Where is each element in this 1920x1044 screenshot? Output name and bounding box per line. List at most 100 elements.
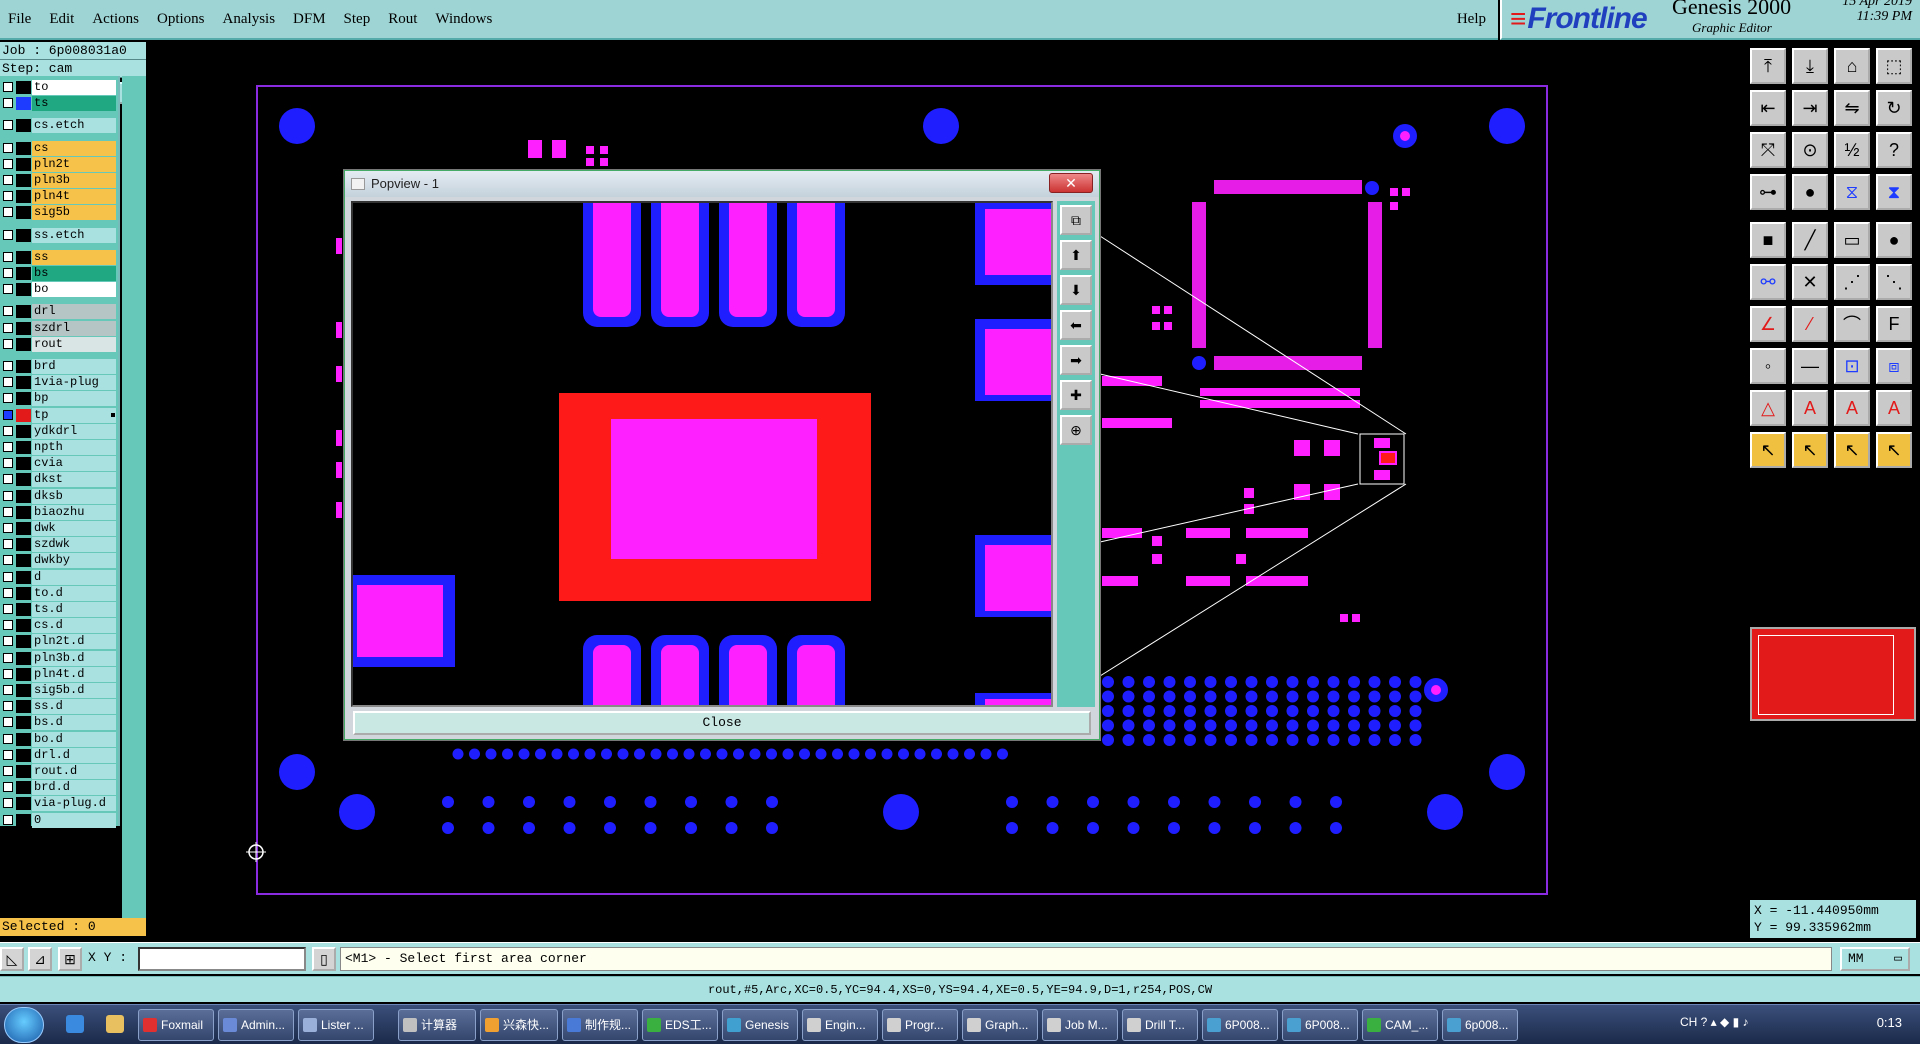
- popview-canvas[interactable]: [351, 201, 1053, 707]
- menu-step[interactable]: Step: [335, 11, 380, 28]
- layer-row-to-d[interactable]: to.d: [0, 585, 120, 601]
- xy-input[interactable]: [138, 947, 306, 971]
- menu-help[interactable]: Help: [1457, 11, 1486, 28]
- layer-checkbox[interactable]: [3, 523, 13, 533]
- tool-button-measure[interactable]: ⊶: [1750, 174, 1786, 210]
- layer-checkbox[interactable]: [3, 733, 13, 744]
- menu-actions[interactable]: Actions: [83, 11, 148, 28]
- layer-checkbox[interactable]: [3, 749, 13, 760]
- layer-row-bs[interactable]: bs: [0, 266, 120, 281]
- popview-close-x-button[interactable]: ✕: [1049, 173, 1093, 193]
- layer-row-rout[interactable]: rout: [0, 336, 120, 352]
- tool-button-pad[interactable]: ■: [1750, 222, 1786, 258]
- taskbar-item[interactable]: EDS工...: [642, 1009, 718, 1041]
- pv-pan-left-icon[interactable]: ⬅: [1060, 310, 1092, 340]
- popview-window[interactable]: Popview - 1 ✕ ⧉ ⬆ ⬇ ⬅ ➡ ✚ ⊕ Close: [344, 170, 1100, 740]
- layer-row-brd-d[interactable]: brd.d: [0, 780, 120, 796]
- tool-button-pointer4[interactable]: ↖: [1876, 432, 1912, 468]
- tool-button-line[interactable]: ╱: [1792, 222, 1828, 258]
- tool-button-open[interactable]: ⤓: [1792, 48, 1828, 84]
- layer-row-biaozhu[interactable]: biaozhu: [0, 504, 120, 520]
- tool-button-triangle[interactable]: △: [1750, 390, 1786, 426]
- tool-button-delete[interactable]: ✕: [1792, 264, 1828, 300]
- layer-checkbox[interactable]: [3, 458, 13, 469]
- layer-row-dwk[interactable]: dwk: [0, 521, 120, 536]
- tool-button-scale[interactable]: ½: [1834, 132, 1870, 168]
- menu-windows[interactable]: Windows: [426, 11, 501, 28]
- tool-button-net-select[interactable]: ⧗: [1876, 174, 1912, 210]
- tool-button-zoom-center[interactable]: ⊙: [1792, 132, 1828, 168]
- layer-color-swatch[interactable]: [16, 206, 31, 220]
- layer-color-swatch[interactable]: [16, 250, 31, 264]
- layer-color-swatch[interactable]: [16, 538, 31, 552]
- layer-color-swatch[interactable]: [16, 765, 31, 778]
- layer-color-swatch[interactable]: [16, 489, 31, 503]
- tool-button-fit[interactable]: ⤧: [1750, 132, 1786, 168]
- layer-checkbox[interactable]: [3, 207, 13, 218]
- layer-row-ts[interactable]: ts: [0, 96, 120, 112]
- layer-checkbox[interactable]: [3, 82, 13, 92]
- layer-row-rout-d[interactable]: rout.d: [0, 764, 120, 779]
- tool-button-node[interactable]: ◦: [1750, 348, 1786, 384]
- pv-zoom-fit-icon[interactable]: ⧉: [1060, 205, 1092, 235]
- layer-color-swatch[interactable]: [16, 97, 31, 111]
- layer-row-1via-plug[interactable]: 1via-plug: [0, 375, 120, 391]
- layer-color-swatch[interactable]: [16, 360, 31, 373]
- ie-icon[interactable]: [66, 1015, 84, 1033]
- menu-dfm[interactable]: DFM: [284, 11, 335, 28]
- layer-checkbox[interactable]: [3, 142, 13, 153]
- layer-color-swatch[interactable]: [16, 267, 31, 280]
- popview-close-button[interactable]: Close: [353, 711, 1091, 735]
- tool-button-zoom-window[interactable]: ⬚: [1876, 48, 1912, 84]
- taskbar-item[interactable]: Graph...: [962, 1009, 1038, 1041]
- taskbar-item[interactable]: CAM_...: [1362, 1009, 1438, 1041]
- layer-row-pln2t-d[interactable]: pln2t.d: [0, 634, 120, 650]
- tool-button-rect[interactable]: ▭: [1834, 222, 1870, 258]
- layer-checkbox[interactable]: [3, 377, 13, 388]
- layer-row-ss[interactable]: ss: [0, 249, 120, 265]
- layer-checkbox[interactable]: [3, 604, 13, 614]
- layer-checkbox[interactable]: [3, 620, 13, 631]
- layer-checkbox[interactable]: [3, 284, 13, 295]
- menu-rout[interactable]: Rout: [379, 11, 426, 28]
- layer-color-swatch[interactable]: [16, 651, 31, 665]
- layer-row-bs-d[interactable]: bs.d: [0, 715, 120, 731]
- layer-checkbox[interactable]: [3, 120, 13, 131]
- taskbar-item[interactable]: 6p008...: [1442, 1009, 1518, 1041]
- tool-button-snap[interactable]: ⋰: [1834, 264, 1870, 300]
- layer-checkbox[interactable]: [3, 268, 13, 278]
- layer-checkbox[interactable]: [3, 490, 13, 501]
- tool-button-dash[interactable]: —: [1792, 348, 1828, 384]
- tool-button-help[interactable]: ?: [1876, 132, 1912, 168]
- taskbar-item[interactable]: Progr...: [882, 1009, 958, 1041]
- layer-row-cs-etch[interactable]: cs.etch: [0, 118, 120, 134]
- taskbar-item[interactable]: Drill T...: [1122, 1009, 1198, 1041]
- layer-color-swatch[interactable]: [16, 157, 31, 171]
- layer-color-swatch[interactable]: [16, 174, 31, 187]
- layer-checkbox[interactable]: [3, 652, 13, 663]
- layer-checkbox[interactable]: [3, 158, 13, 169]
- layer-checkbox[interactable]: [3, 766, 13, 776]
- tool-button-snap2[interactable]: ⋱: [1876, 264, 1912, 300]
- layer-color-swatch[interactable]: [16, 392, 31, 406]
- layer-color-swatch[interactable]: [16, 441, 31, 454]
- taskbar-item[interactable]: 计算器: [398, 1009, 476, 1041]
- layer-checkbox[interactable]: [3, 409, 13, 420]
- tool-button-flip[interactable]: ⇋: [1834, 90, 1870, 126]
- layer-color-swatch[interactable]: [16, 141, 31, 155]
- layer-color-swatch[interactable]: [16, 586, 31, 600]
- layer-row-ts-d[interactable]: ts.d: [0, 602, 120, 617]
- layer-color-swatch[interactable]: [16, 119, 31, 133]
- layer-color-swatch[interactable]: [16, 424, 31, 438]
- layer-color-swatch[interactable]: [16, 797, 31, 811]
- layer-checkbox[interactable]: [3, 98, 13, 109]
- layer-color-swatch[interactable]: [16, 305, 31, 319]
- layer-checkbox[interactable]: [3, 229, 13, 240]
- tool-button-move-left[interactable]: ⇤: [1750, 90, 1786, 126]
- layer-color-swatch[interactable]: [16, 813, 31, 827]
- taskbar-item[interactable]: Foxmail: [138, 1009, 214, 1041]
- tool-button-a3[interactable]: A: [1876, 390, 1912, 426]
- menu-edit[interactable]: Edit: [40, 11, 83, 28]
- menu-options[interactable]: Options: [148, 11, 214, 28]
- menu-analysis[interactable]: Analysis: [214, 11, 285, 28]
